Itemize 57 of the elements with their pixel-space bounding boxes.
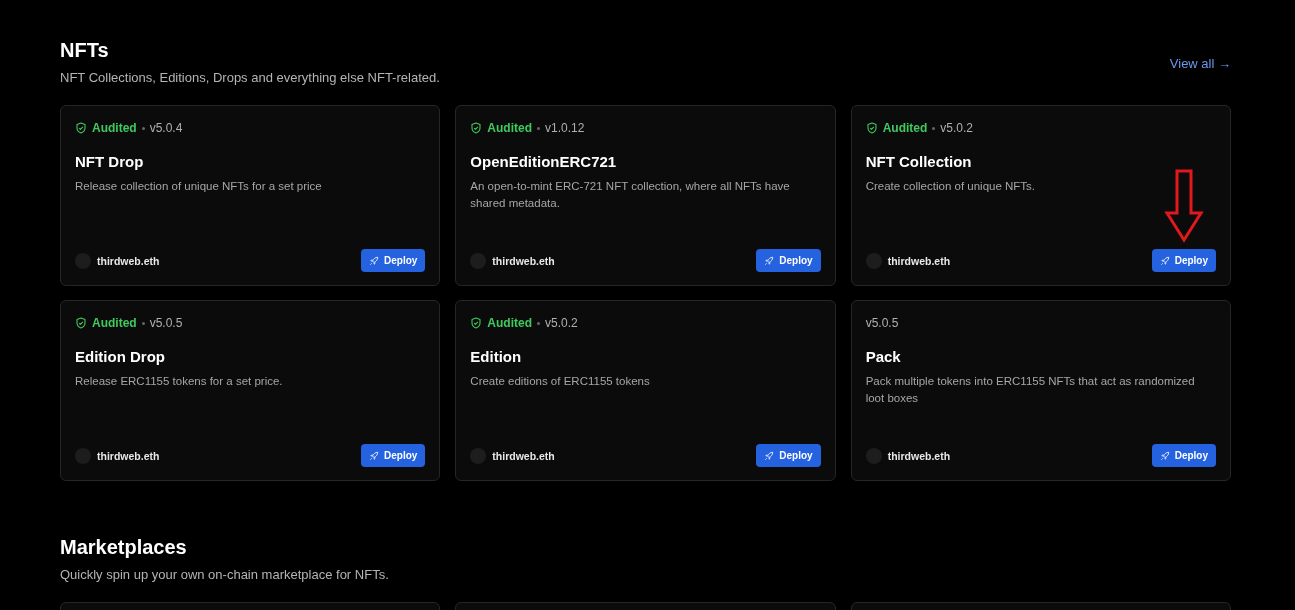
- contract-name: NFT Collection: [865, 153, 973, 170]
- separator-dot: [141, 126, 145, 130]
- version-label: v5.0.5: [865, 316, 899, 330]
- view-all-link[interactable]: View all →: [1169, 56, 1231, 71]
- publisher-name[interactable]: thirdweb.eth: [887, 449, 951, 462]
- version-label: v5.0.4: [149, 121, 183, 135]
- section-title: Marketplaces: [60, 535, 188, 559]
- contract-description: Release collection of unique NFTs for a set price: [75, 179, 323, 194]
- version-label: v5.0.2: [545, 316, 578, 330]
- publisher-name[interactable]: thirdweb.eth: [492, 254, 555, 267]
- contract-name: OpenEditionERC721: [470, 153, 618, 170]
- rocket-icon: [369, 450, 379, 461]
- contract-card[interactable]: Audited v5.0.4 NFT Drop Release collection of unique NFTs for a set price thirdweb.eth Deploy: [60, 105, 441, 286]
- contract-name: NFT Drop: [75, 153, 145, 170]
- deploy-button[interactable]: Deploy: [1151, 444, 1216, 467]
- rocket-icon: [1159, 450, 1170, 461]
- contract-card[interactable]: Audited v5.0.5 Edition Drop Release ERC1155 tokens for a set price. thirdweb.eth Deploy: [60, 300, 441, 481]
- deploy-button[interactable]: Deploy: [1151, 249, 1216, 272]
- contract-card[interactable]: v5.0.5 Pack Pack multiple tokens into ERC1155 NFTs that act as randomized loot boxes thirdweb.eth Deploy: [850, 300, 1231, 481]
- version-label: v5.0.2: [940, 121, 974, 135]
- contract-card[interactable]: Audited v5.0.2 Edition Create editions of ERC1155 tokens thirdweb.eth Deploy: [455, 300, 836, 481]
- deploy-button[interactable]: Deploy: [361, 249, 426, 272]
- separator-dot: [537, 321, 540, 325]
- rocket-icon: [1159, 255, 1170, 266]
- rocket-icon: [764, 255, 775, 266]
- audited-label: Audited: [487, 316, 532, 330]
- deploy-button[interactable]: Deploy: [756, 249, 821, 272]
- contract-card[interactable]: Audited v1.0.12 OpenEditionERC721 An open-to-mint ERC-721 NFT collection, where all NFTs have shared metadata. thirdweb.eth Deploy: [455, 105, 836, 286]
- audited-label: Audited: [487, 121, 532, 135]
- contract-description: Pack multiple tokens into ERC1155 NFTs that act as randomized loot boxes: [865, 374, 1196, 406]
- audited-label: Audited: [92, 121, 137, 135]
- version-label: v5.0.5: [149, 316, 183, 330]
- section-subtitle: Quickly spin up your own on-chain marketplace for NFTs.: [60, 567, 389, 582]
- contract-name: Edition: [470, 348, 523, 365]
- contract-name: Pack: [865, 348, 902, 365]
- section-subtitle: NFT Collections, Editions, Drops and everything else NFT-related.: [60, 70, 440, 85]
- section-title: NFTs: [60, 38, 110, 62]
- separator-dot: [141, 321, 145, 325]
- publisher-name[interactable]: thirdweb.eth: [97, 254, 160, 267]
- version-label: v1.0.12: [545, 121, 585, 135]
- publisher-name[interactable]: thirdweb.eth: [492, 449, 555, 462]
- audited-label: Audited: [882, 121, 928, 135]
- contract-description: Release ERC1155 tokens for a set price.: [75, 374, 284, 389]
- contract-description: Create collection of unique NFTs.: [865, 179, 1037, 194]
- deploy-button[interactable]: Deploy: [361, 444, 426, 467]
- publisher-name[interactable]: thirdweb.eth: [97, 449, 160, 462]
- rocket-icon: [764, 450, 775, 461]
- audited-label: Audited: [92, 316, 137, 330]
- contract-description: Create editions of ERC1155 tokens: [470, 374, 651, 389]
- contract-name: Edition Drop: [75, 348, 166, 365]
- publisher-name[interactable]: thirdweb.eth: [887, 254, 951, 267]
- deploy-button[interactable]: Deploy: [756, 444, 821, 467]
- rocket-icon: [369, 255, 379, 266]
- contract-description: An open-to-mint ERC-721 NFT collection, where all NFTs have shared metadata.: [470, 179, 791, 211]
- separator-dot: [932, 126, 936, 130]
- separator-dot: [537, 126, 540, 130]
- contract-card[interactable]: Audited v5.0.2 NFT Collection Create collection of unique NFTs. thirdweb.eth Deploy: [850, 105, 1231, 286]
